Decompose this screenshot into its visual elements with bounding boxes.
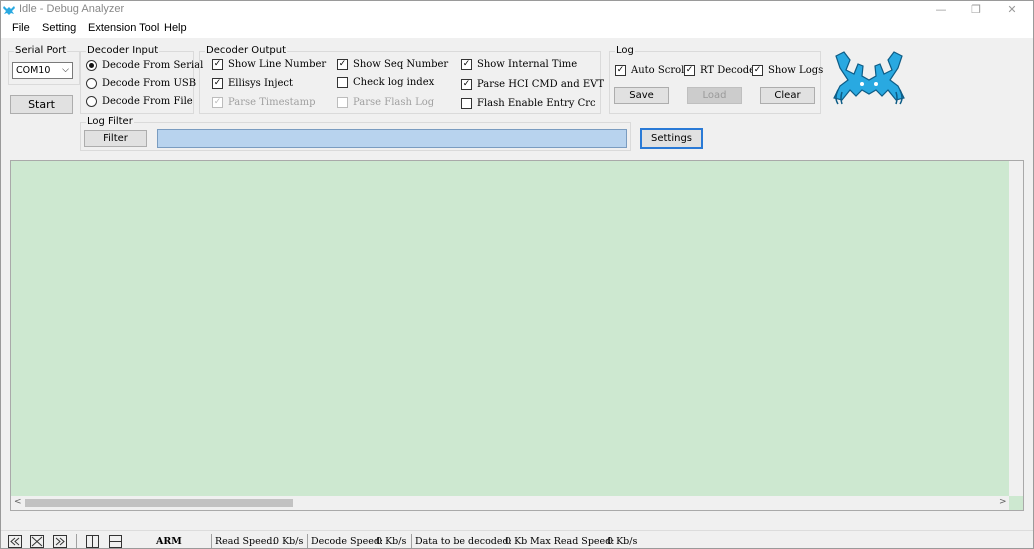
scroll-left-icon[interactable]: < bbox=[14, 497, 22, 507]
log-filter-label: Log Filter bbox=[86, 116, 134, 127]
close-button[interactable]: ✕ bbox=[989, 0, 1034, 20]
first-icon[interactable] bbox=[8, 535, 22, 548]
split-horizontal-icon[interactable] bbox=[109, 535, 122, 548]
check-icon: ✓ bbox=[212, 78, 223, 89]
filter-input[interactable] bbox=[157, 129, 627, 148]
split-vertical-icon[interactable] bbox=[86, 535, 99, 548]
vertical-scrollbar[interactable] bbox=[1009, 161, 1023, 496]
radio-indicator bbox=[86, 78, 97, 89]
menu-file[interactable]: File bbox=[12, 22, 30, 34]
checkbox-label: Check log index bbox=[353, 77, 435, 88]
serial-port-label: Serial Port bbox=[14, 45, 68, 56]
status-separator bbox=[411, 534, 412, 548]
radio-label: Decode From File bbox=[102, 96, 193, 107]
check-icon: ✓ bbox=[461, 79, 472, 90]
pending-data-label: Data to be decoded: bbox=[415, 536, 512, 547]
menu-setting[interactable]: Setting bbox=[42, 22, 76, 34]
start-button[interactable]: Start bbox=[10, 95, 73, 114]
check-icon: ✓ bbox=[752, 65, 763, 76]
radio-selected-indicator bbox=[86, 60, 97, 71]
max-read-speed-value: 0 Kb/s bbox=[607, 536, 638, 547]
check-icon: ✓ bbox=[615, 65, 626, 76]
check-icon: ✓ bbox=[212, 97, 223, 108]
checkbox-empty bbox=[461, 98, 472, 109]
arch-label: ARM bbox=[156, 536, 182, 547]
load-button: Load bbox=[687, 87, 742, 104]
status-separator bbox=[76, 534, 77, 548]
settings-button[interactable]: Settings bbox=[640, 128, 703, 149]
menu-extension-tool[interactable]: Extension Tool bbox=[88, 22, 159, 34]
checkbox-label: Flash Enable Entry Crc bbox=[477, 98, 596, 109]
checkbox-label: Auto Scroll bbox=[631, 65, 688, 76]
checkbox-empty bbox=[337, 77, 348, 88]
checkbox-label: Parse Timestamp bbox=[228, 97, 316, 108]
decoder-input-label: Decoder Input bbox=[86, 45, 160, 56]
checkbox-label: Show Line Number bbox=[228, 59, 327, 70]
status-bar: ARM Read Speed: 0 Kb/s Decode Speed: 0 K… bbox=[0, 530, 1034, 549]
last-icon[interactable] bbox=[53, 535, 67, 548]
log-group bbox=[609, 51, 821, 114]
window-title: Idle - Debug Analyzer bbox=[19, 3, 125, 15]
horizontal-scrollbar[interactable]: < > bbox=[11, 496, 1009, 510]
check-icon: ✓ bbox=[461, 59, 472, 70]
chevron-down-icon: ⌵ bbox=[62, 65, 69, 75]
checkbox-label: Show Logs bbox=[768, 65, 824, 76]
save-button[interactable]: Save bbox=[614, 87, 669, 104]
checkbox-label: Show Internal Time bbox=[477, 59, 578, 70]
scroll-right-icon[interactable]: > bbox=[999, 497, 1007, 507]
realtek-crab-logo-icon bbox=[833, 51, 905, 105]
checkbox-label: Parse HCI CMD and EVT bbox=[477, 79, 605, 90]
radio-label: Decode From Serial bbox=[102, 60, 204, 71]
serial-port-value: COM10 bbox=[16, 65, 51, 76]
status-separator bbox=[307, 534, 308, 548]
checkbox-label: Ellisys Inject bbox=[228, 78, 294, 89]
read-speed-value: 0 Kb/s bbox=[273, 536, 304, 547]
filter-button[interactable]: Filter bbox=[84, 130, 147, 147]
clear-button[interactable]: Clear bbox=[760, 87, 815, 104]
log-label: Log bbox=[615, 45, 635, 56]
decode-speed-value: 0 Kb/s bbox=[376, 536, 407, 547]
radio-indicator bbox=[86, 96, 97, 107]
log-output-area[interactable] bbox=[10, 160, 1024, 511]
checkbox-empty bbox=[337, 97, 348, 108]
checkbox-label: RT Decode bbox=[700, 65, 756, 76]
check-icon: ✓ bbox=[684, 65, 695, 76]
check-icon: ✓ bbox=[337, 59, 348, 70]
stop-icon[interactable] bbox=[30, 535, 44, 548]
menu-bar: File Setting Extension Tool Help bbox=[0, 20, 1034, 38]
horizontal-scroll-thumb[interactable] bbox=[25, 499, 293, 507]
menu-help[interactable]: Help bbox=[164, 22, 187, 34]
radio-label: Decode From USB bbox=[102, 78, 197, 89]
read-speed-label: Read Speed: bbox=[215, 536, 276, 547]
max-read-speed-label: Max Read Speed: bbox=[530, 536, 615, 547]
status-separator bbox=[211, 534, 212, 548]
serial-port-select[interactable]: COM10 ⌵ bbox=[12, 62, 73, 79]
check-icon: ✓ bbox=[212, 59, 223, 70]
checkbox-label: Parse Flash Log bbox=[353, 97, 435, 108]
decoder-output-label: Decoder Output bbox=[205, 45, 287, 56]
pending-data-value: 0 Kb bbox=[505, 536, 528, 547]
checkbox-label: Show Seq Number bbox=[353, 59, 449, 70]
app-logo-icon bbox=[3, 6, 15, 15]
decode-speed-label: Decode Speed: bbox=[311, 536, 384, 547]
title-bar: Idle - Debug Analyzer — ❐ ✕ bbox=[0, 0, 1034, 20]
